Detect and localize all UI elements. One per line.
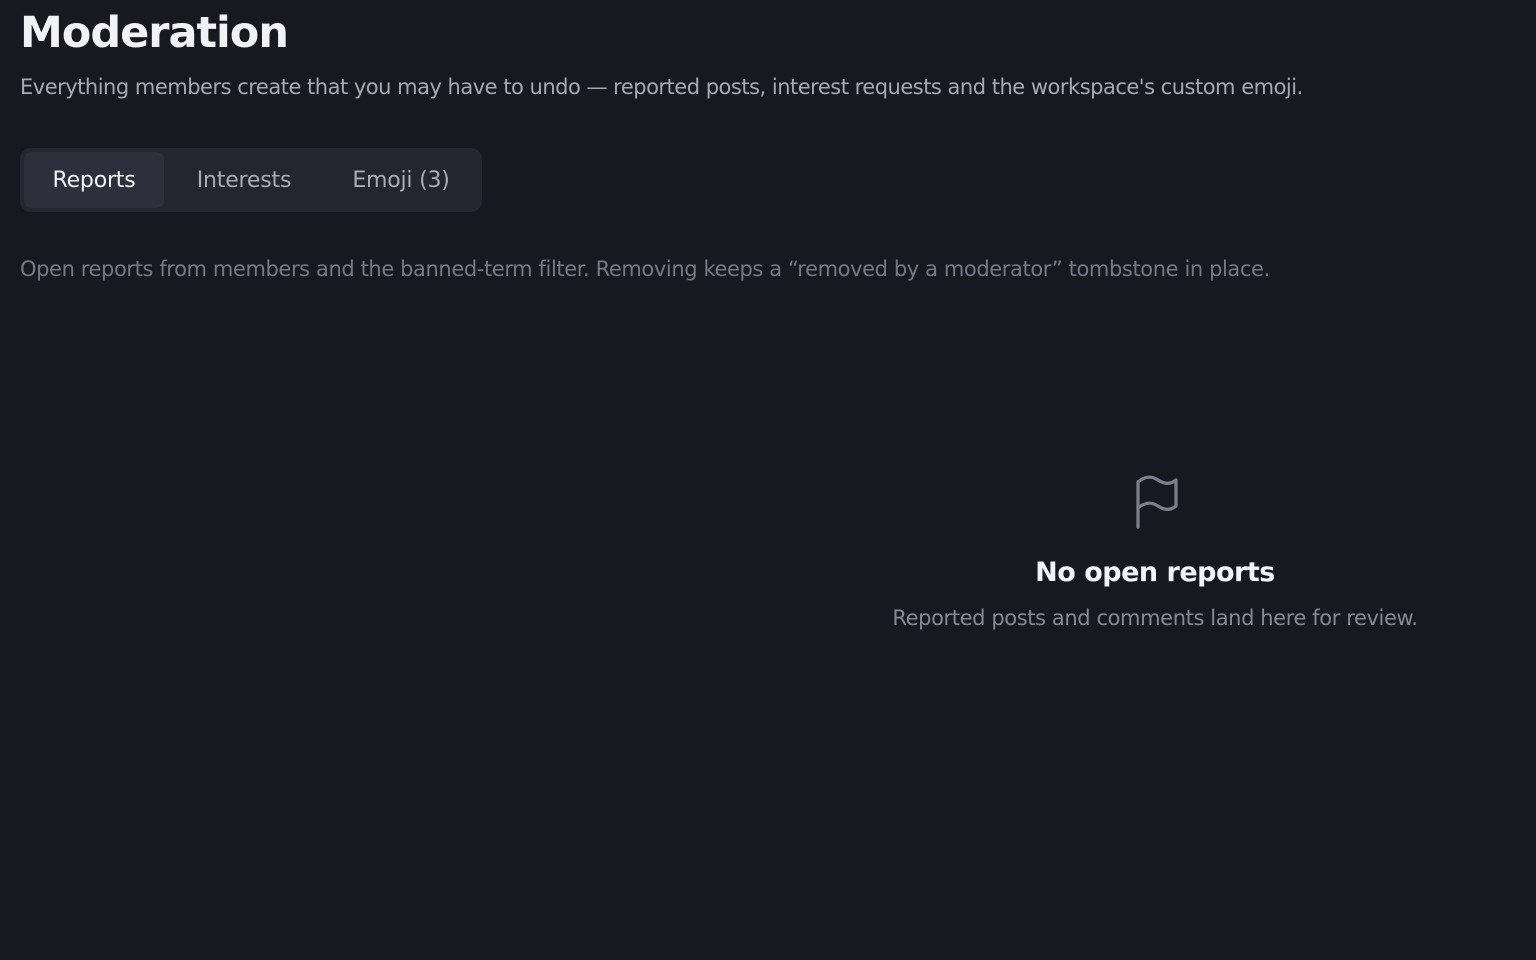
- page-title: Moderation: [20, 8, 289, 58]
- tab-interests[interactable]: Interests: [164, 152, 324, 208]
- tab-reports[interactable]: Reports: [24, 152, 164, 208]
- page-subtitle: Everything members create that you may h…: [20, 75, 1303, 99]
- tab-emoji[interactable]: Emoji (3): [324, 152, 478, 208]
- reports-description: Open reports from members and the banned…: [20, 257, 1270, 281]
- empty-state-text: Reported posts and comments land here fo…: [892, 606, 1418, 630]
- moderation-tabs: Reports Interests Emoji (3): [20, 148, 482, 212]
- flag-icon: [1136, 475, 1178, 529]
- empty-state-title: No open reports: [1035, 557, 1275, 588]
- moderation-page: Moderation Everything members create tha…: [0, 0, 1536, 960]
- empty-state: No open reports Reported posts and comme…: [775, 472, 1535, 632]
